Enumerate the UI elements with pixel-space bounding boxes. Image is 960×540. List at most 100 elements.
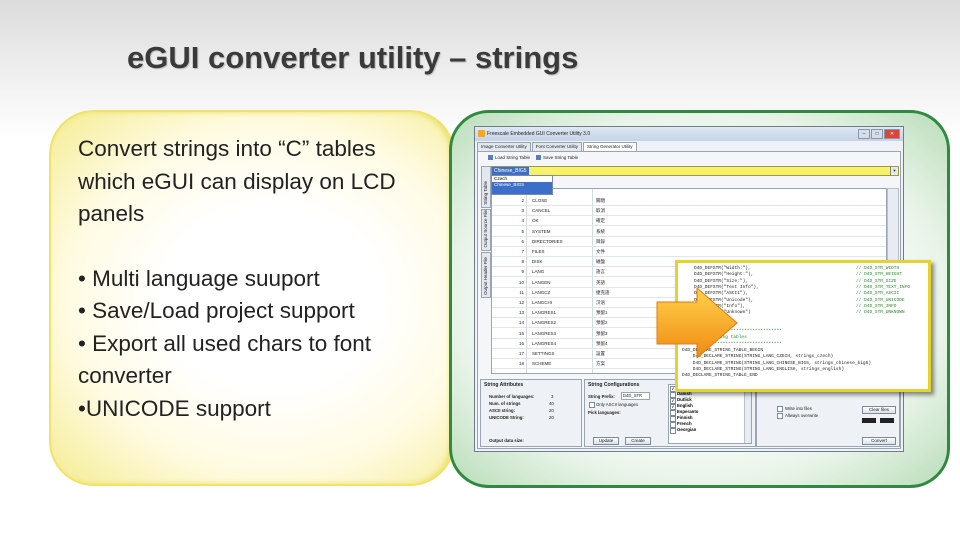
language-label: English: [677, 403, 693, 408]
open-icon: [488, 155, 493, 160]
row-string-value: 預留2: [596, 320, 608, 326]
num-languages-label: Number of languages:: [489, 394, 535, 399]
row-index: 4: [521, 218, 524, 224]
languages-list: ✓Chinese_BIG5Danish✓Dutlick✓EnglishEsper…: [668, 384, 752, 444]
table-row[interactable]: 6 DIRECTORIES 目錄: [492, 237, 886, 247]
unicode-label: UNICODE String:: [489, 415, 524, 420]
vtab-output-source[interactable]: Output Source File: [481, 209, 491, 251]
maximize-button[interactable]: □: [871, 129, 883, 139]
table-row[interactable]: 2 CLOSE 關閉: [492, 196, 886, 206]
row-string-id: DISK: [532, 259, 543, 265]
window-title: Freescale Embedded GUI Converter Utility…: [487, 131, 591, 137]
row-string-id: SETTINGS: [532, 351, 555, 356]
num-languages-value: 3: [551, 394, 554, 399]
row-string-id: CANCEL: [532, 208, 551, 214]
row-string-value: 預留4: [596, 340, 608, 346]
clear-files-button[interactable]: Clear files: [862, 406, 896, 414]
code-comment: // D4D_STR_WIDTH: [856, 266, 900, 271]
output-size-label: Output data size:: [489, 438, 524, 443]
overwrite-checkbox[interactable]: [777, 413, 783, 419]
row-index: 3: [521, 208, 524, 214]
indicator-box: [880, 418, 894, 423]
save-string-table-button[interactable]: Save String Table: [535, 155, 579, 160]
bullet-item: •UNICODE support: [78, 395, 271, 421]
ascii-value: 20: [549, 408, 554, 413]
string-config-title: String Configurations: [588, 382, 640, 388]
bullet-item: • Multi language suuport: [78, 265, 320, 291]
row-string-value: 預留3: [596, 330, 608, 336]
language-item[interactable]: Georgian: [669, 427, 751, 434]
slide-title: eGUI converter utility – strings: [127, 40, 579, 75]
row-index: 12: [518, 300, 524, 305]
language-select-value: Chinese_BIG5: [492, 167, 529, 175]
string-attributes-title: String Attributes: [484, 382, 524, 388]
code-comment: // D4D_STR_ASCII: [856, 291, 900, 297]
num-strings-label: Num. of strings: [489, 401, 521, 406]
row-index: 10: [518, 279, 524, 285]
row-index: 16: [518, 340, 524, 346]
row-index: 7: [521, 249, 524, 254]
table-row[interactable]: 4 OK 確定: [492, 216, 886, 227]
prefix-input[interactable]: D4D_STR: [621, 392, 650, 400]
row-string-id: LANGRES3: [532, 330, 557, 336]
languages-scrollbar[interactable]: [744, 385, 751, 443]
code-line: D4D_DECLARE_STRING_TABLE_END: [682, 373, 758, 379]
load-string-table-button[interactable]: Load String Table: [488, 155, 530, 160]
code-line: D4D_DECLARE_STRING(STRING_LANG_CHINESE_B…: [682, 360, 872, 366]
row-string-id: LANGCHI: [532, 300, 553, 305]
write-files-checkbox[interactable]: [777, 406, 783, 412]
row-string-value: 文件: [596, 249, 605, 254]
row-string-id: OK: [532, 218, 539, 224]
language-dropdown-list: Czech Chinese_BIG5: [491, 175, 553, 195]
update-button[interactable]: Update: [593, 437, 619, 445]
vertical-tabs: String Table Output Source File Output H…: [481, 166, 491, 299]
create-button[interactable]: Create: [625, 437, 651, 445]
row-string-value: 目錄: [596, 238, 605, 244]
close-button[interactable]: ✕: [884, 129, 900, 139]
row-index: 2: [521, 198, 524, 203]
language-label: Esperanto: [677, 409, 699, 414]
dropdown-option-blank[interactable]: [492, 188, 552, 194]
row-string-value: 磁盤: [596, 259, 605, 265]
row-string-id: LANG: [532, 269, 545, 275]
save-label: Save String Table: [542, 155, 579, 160]
row-string-value: 確定: [596, 218, 605, 224]
vtab-string-table[interactable]: String Table: [481, 166, 491, 208]
chevron-down-icon[interactable]: ▼: [890, 167, 898, 175]
code-line: D4D_DEFSTR("Height:"),: [694, 272, 754, 278]
language-label: Finnish: [677, 415, 693, 420]
code-comment: // D4D_STR_UNICODE: [856, 297, 905, 303]
write-files-label: Write into files: [785, 406, 812, 411]
language-label: Georgian: [677, 427, 697, 432]
vtab-label: Output Header File: [483, 256, 488, 295]
row-string-value: 系統: [596, 228, 605, 234]
row-index: 14: [518, 320, 524, 326]
language-label: French: [677, 421, 692, 426]
row-string-value: 預留1: [596, 310, 608, 316]
table-row[interactable]: 5 SYSTEM 系統: [492, 227, 886, 237]
left-text-content: Convert strings into “C” tables which eG…: [78, 133, 408, 425]
pick-languages-label: Pick languages:: [588, 410, 621, 415]
row-string-id: LANGEN: [532, 279, 551, 285]
table-row[interactable]: 3 CANCEL 取消: [492, 206, 886, 217]
code-line: D4D_DECLARE_STRING(STRING_LANG_ENGLISH, …: [682, 366, 845, 372]
language-checkbox[interactable]: [670, 428, 676, 434]
language-label: Dutlick: [677, 397, 692, 402]
minimize-button[interactable]: –: [858, 129, 870, 139]
bullet-item: • Export all used chars to font: [78, 330, 372, 356]
vtab-label: Output Source File: [483, 210, 488, 248]
ascii-label: ASCII string:: [489, 408, 516, 413]
toolbar: Load String Table Save String Table: [488, 155, 578, 160]
vtab-output-header[interactable]: Output Header File: [481, 252, 491, 298]
convert-button[interactable]: Convert: [862, 437, 896, 445]
table-row[interactable]: 7 FILES 文件: [492, 247, 886, 257]
code-comment: // D4D_STR_TEXT_INFO: [856, 284, 911, 290]
row-index: 15: [518, 330, 524, 336]
row-string-id: DIRECTORIES: [532, 238, 563, 244]
row-index: 9: [521, 269, 524, 275]
row-index: 8: [521, 259, 524, 265]
arrow-icon: [656, 288, 738, 358]
indicator-box: [862, 418, 876, 423]
only-ascii-checkbox[interactable]: [589, 402, 595, 408]
vtab-label: String Table: [483, 181, 488, 205]
